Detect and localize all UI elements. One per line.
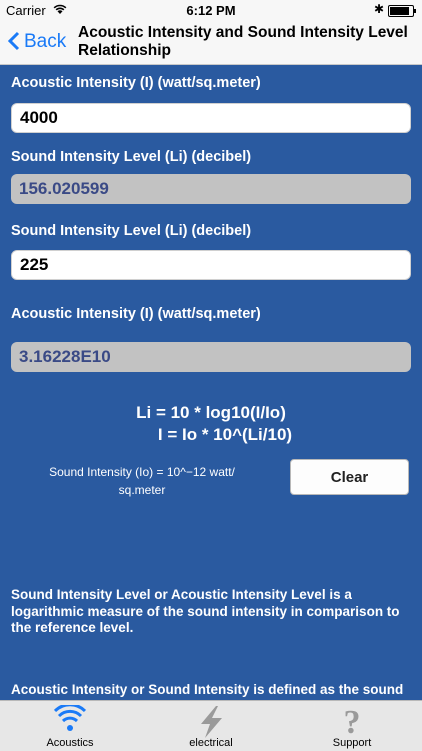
clear-button[interactable]: Clear: [290, 459, 409, 495]
description-paragraph-1: Sound Intensity Level or Acoustic Intens…: [11, 587, 400, 635]
clock: 6:12 PM: [186, 3, 236, 18]
acoustic-intensity-label: Acoustic Intensity (I) (watt/sq.meter): [11, 75, 261, 91]
sound-level-label: Sound Intensity Level (Li) (decibel): [11, 149, 252, 165]
tab-label-acoustics: Acoustics: [46, 737, 94, 749]
wifi-icon: [53, 703, 87, 738]
acoustic-intensity-input[interactable]: 4000: [11, 103, 411, 133]
chevron-left-icon: [7, 29, 20, 55]
formula-line-2: I = Io * 10^(Li/10): [157, 425, 293, 444]
acoustic-intensity-output: 3.16228E10: [11, 342, 411, 372]
sound-level-output: 156.020599: [11, 174, 411, 204]
tab-support[interactable]: ? Support: [282, 701, 422, 751]
reference-line-2: sq.meter: [118, 483, 166, 497]
back-label: Back: [24, 31, 67, 52]
page-title: Acoustic Intensity and Sound Intensity L…: [78, 24, 408, 59]
main-content: Acoustic Intensity (I) (watt/sq.meter) 4…: [0, 65, 422, 700]
tab-acoustics[interactable]: Acoustics: [0, 701, 140, 751]
sound-level-input[interactable]: 225: [11, 250, 411, 280]
tab-bar: Acoustics electrical ? Support: [0, 700, 422, 751]
bluetooth-icon: ✱: [373, 2, 384, 16]
reference-line-1: Sound Intensity (Io) = 10^−12 watt/: [49, 465, 235, 479]
tab-label-electrical: electrical: [189, 737, 233, 749]
back-button[interactable]: Back: [7, 28, 67, 56]
acoustic-intensity-label-2: Acoustic Intensity (I) (watt/sq.meter): [11, 306, 261, 322]
status-bar: Carrier 6:12 PM ✱: [0, 0, 422, 20]
sound-level-label-2: Sound Intensity Level (Li) (decibel): [11, 223, 252, 239]
formula-line-1: Li = 10 * log10(I/Io): [136, 403, 286, 422]
svg-text:?: ?: [344, 705, 361, 739]
navigation-bar: Back Acoustic Intensity and Sound Intens…: [0, 20, 422, 65]
reference-intensity-note: Sound Intensity (Io) = 10^−12 watt/ sq.m…: [22, 463, 262, 499]
tab-electrical[interactable]: electrical: [141, 701, 281, 751]
description-paragraph-2: Acoustic Intensity or Sound Intensity is…: [11, 682, 404, 697]
battery-icon: [388, 5, 416, 17]
tab-label-support: Support: [332, 737, 372, 749]
